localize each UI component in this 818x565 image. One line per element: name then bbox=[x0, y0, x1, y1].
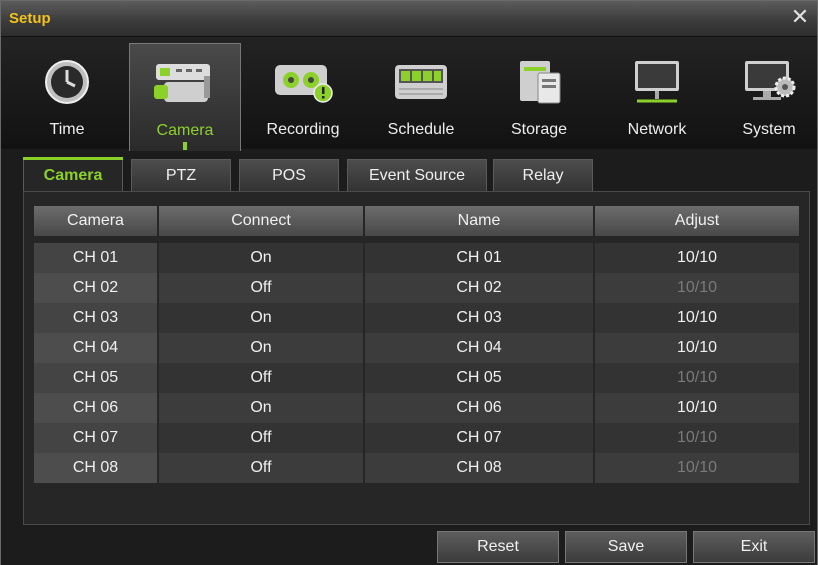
table-row[interactable]: CH 05 Off CH 05 10/10 bbox=[34, 363, 799, 393]
name-cell[interactable]: CH 04 bbox=[365, 333, 595, 363]
name-cell[interactable]: CH 08 bbox=[365, 453, 595, 483]
adjust-cell[interactable]: 10/10 bbox=[595, 423, 799, 453]
monitor-gear-icon bbox=[745, 61, 796, 100]
category-recording-label: Recording bbox=[266, 121, 340, 138]
name-cell[interactable]: CH 05 bbox=[365, 363, 595, 393]
column-header-adjust: Adjust bbox=[595, 206, 799, 236]
camera-icon bbox=[154, 64, 210, 102]
table-row[interactable]: CH 02 Off CH 02 10/10 bbox=[34, 273, 799, 303]
camera-cell: CH 01 bbox=[34, 243, 159, 273]
tab-camera[interactable]: Camera bbox=[23, 157, 123, 191]
category-camera-label: Camera bbox=[156, 122, 214, 139]
connect-cell[interactable]: Off bbox=[159, 363, 365, 393]
storage-icon bbox=[520, 61, 561, 104]
tab-relay[interactable]: Relay bbox=[493, 159, 593, 191]
category-camera[interactable]: Camera bbox=[129, 43, 241, 151]
table-row[interactable]: CH 04 On CH 04 10/10 bbox=[34, 333, 799, 363]
column-header-connect: Connect bbox=[159, 206, 365, 236]
camera-settings-panel: Camera Connect Name Adjust CH 01 On CH 01 1… bbox=[23, 191, 810, 525]
name-cell[interactable]: CH 02 bbox=[365, 273, 595, 303]
name-cell[interactable]: CH 03 bbox=[365, 303, 595, 333]
connect-cell[interactable]: On bbox=[159, 393, 365, 423]
category-time-label: Time bbox=[49, 121, 85, 138]
table-row[interactable]: CH 06 On CH 06 10/10 bbox=[34, 393, 799, 423]
adjust-cell[interactable]: 10/10 bbox=[595, 363, 799, 393]
connect-cell[interactable]: Off bbox=[159, 423, 365, 453]
close-icon[interactable]: ✕ bbox=[789, 6, 811, 28]
category-toolbar: Time Camera Recording Schedule Storage N… bbox=[1, 37, 818, 151]
category-schedule-label: Schedule bbox=[387, 121, 455, 138]
schedule-icon bbox=[395, 65, 447, 99]
connect-cell[interactable]: On bbox=[159, 243, 365, 273]
column-header-camera: Camera bbox=[34, 206, 159, 236]
connect-cell[interactable]: Off bbox=[159, 453, 365, 483]
adjust-cell[interactable]: 10/10 bbox=[595, 453, 799, 483]
window-title: Setup bbox=[9, 10, 51, 27]
monitor-network-icon bbox=[635, 61, 679, 103]
setup-window: Setup ✕ Time Camera Recording Schedule S… bbox=[0, 0, 818, 565]
camera-cell: CH 05 bbox=[34, 363, 159, 393]
adjust-cell[interactable]: 10/10 bbox=[595, 393, 799, 423]
category-system[interactable]: System bbox=[719, 47, 818, 149]
table-row[interactable]: CH 01 On CH 01 10/10 bbox=[34, 243, 799, 273]
exit-button[interactable]: Exit bbox=[693, 531, 815, 563]
table-row[interactable]: CH 03 On CH 03 10/10 bbox=[34, 303, 799, 333]
category-storage-label: Storage bbox=[510, 121, 568, 138]
connect-cell[interactable]: On bbox=[159, 303, 365, 333]
camera-cell: CH 06 bbox=[34, 393, 159, 423]
connect-cell[interactable]: On bbox=[159, 333, 365, 363]
camera-cell: CH 03 bbox=[34, 303, 159, 333]
tab-pos[interactable]: POS bbox=[239, 159, 339, 191]
selected-indicator bbox=[183, 142, 187, 150]
camera-cell: CH 02 bbox=[34, 273, 159, 303]
camera-table: Camera Connect Name Adjust CH 01 On CH 01 1… bbox=[34, 206, 799, 483]
connect-cell[interactable]: Off bbox=[159, 273, 365, 303]
category-storage[interactable]: Storage bbox=[483, 47, 595, 149]
column-header-name: Name bbox=[365, 206, 595, 236]
save-button[interactable]: Save bbox=[565, 531, 687, 563]
adjust-cell[interactable]: 10/10 bbox=[595, 303, 799, 333]
tape-recorder-icon bbox=[275, 65, 333, 103]
category-schedule[interactable]: Schedule bbox=[365, 47, 477, 149]
camera-cell: CH 08 bbox=[34, 453, 159, 483]
category-network-label: Network bbox=[627, 121, 687, 138]
category-system-label: System bbox=[742, 121, 796, 138]
name-cell[interactable]: CH 01 bbox=[365, 243, 595, 273]
tab-ptz[interactable]: PTZ bbox=[131, 159, 231, 191]
reset-button[interactable]: Reset bbox=[437, 531, 559, 563]
title-bar: Setup ✕ bbox=[1, 1, 817, 37]
adjust-cell[interactable]: 10/10 bbox=[595, 333, 799, 363]
tab-event-source[interactable]: Event Source bbox=[347, 159, 487, 191]
adjust-cell[interactable]: 10/10 bbox=[595, 273, 799, 303]
table-row[interactable]: CH 08 Off CH 08 10/10 bbox=[34, 453, 799, 483]
category-recording[interactable]: Recording bbox=[247, 47, 359, 149]
camera-cell: CH 07 bbox=[34, 423, 159, 453]
name-cell[interactable]: CH 06 bbox=[365, 393, 595, 423]
clock-icon bbox=[45, 60, 89, 104]
category-network[interactable]: Network bbox=[601, 47, 713, 149]
name-cell[interactable]: CH 07 bbox=[365, 423, 595, 453]
camera-cell: CH 04 bbox=[34, 333, 159, 363]
table-row[interactable]: CH 07 Off CH 07 10/10 bbox=[34, 423, 799, 453]
category-time[interactable]: Time bbox=[11, 47, 123, 149]
adjust-cell[interactable]: 10/10 bbox=[595, 243, 799, 273]
